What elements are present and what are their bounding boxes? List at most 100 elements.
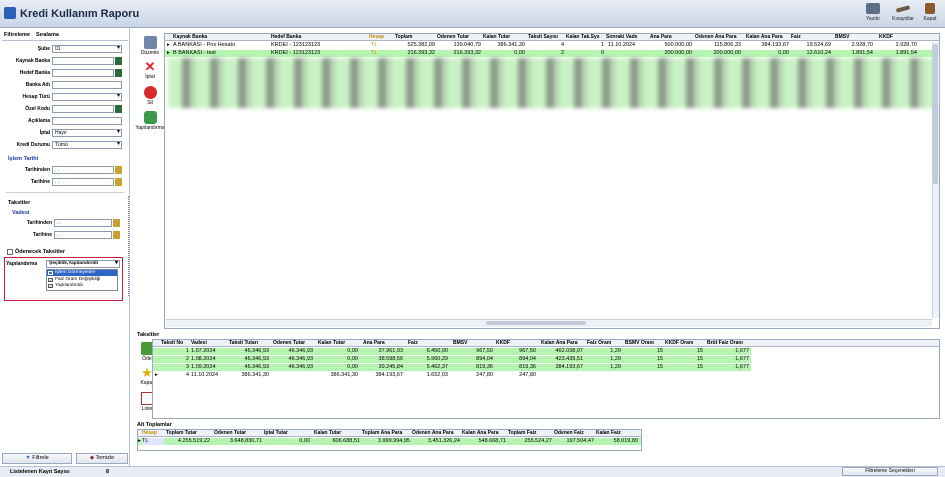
cell: 38.598,56 <box>378 356 403 362</box>
col-taksit-tutari[interactable]: Taksit Tutarı <box>229 340 271 347</box>
col-bmsv[interactable]: BMSV <box>453 340 495 347</box>
tab-siralama[interactable]: Sıralama <box>36 32 59 40</box>
delete-button[interactable]: Sil <box>137 86 163 106</box>
close-button[interactable]: Kapat <box>915 3 945 27</box>
col-hesap[interactable]: Hesap <box>369 34 393 41</box>
col-kkdf-orani[interactable]: KKDF Oranı <box>665 340 705 347</box>
tab-filtreleme[interactable]: Filtreleme <box>4 32 30 40</box>
check-icon: ✓ <box>48 271 53 276</box>
hedef-banka-input[interactable] <box>52 69 114 77</box>
calendar-icon[interactable] <box>113 219 120 227</box>
shortcuts-button[interactable]: Kısayollar <box>888 3 918 27</box>
vade-tarihine-input[interactable]: . . <box>54 231 112 239</box>
calendar-icon[interactable] <box>115 178 122 186</box>
iptal-select[interactable]: Hayır <box>52 129 122 137</box>
tarihine-input[interactable]: . . <box>52 178 114 186</box>
kaynak-banka-input[interactable] <box>52 57 114 65</box>
option-islem-gormeyenler[interactable]: İşlem Görmeyenler <box>47 270 117 276</box>
col-ana-para[interactable]: Ana Para <box>650 34 694 41</box>
col-ana-para[interactable]: Ana Para <box>363 340 405 347</box>
col-bsmv-orani[interactable]: BSMV Oranı <box>625 340 665 347</box>
table-row[interactable]: ▸ A BANKASI - Pos Hesabı KRDEİ - 1231231… <box>165 42 939 49</box>
col-sonraki-vade[interactable]: Sonraki Vade <box>606 34 648 41</box>
col-toplam-tutar[interactable]: Toplam Tutar <box>166 430 210 437</box>
option-yapilandirildi[interactable]: Yapılandırıldı <box>47 283 117 289</box>
col-odenen-ana-para[interactable]: Ödenen Ana Para <box>412 430 462 437</box>
cell: 384.193,67 <box>555 364 583 370</box>
tarihinden-input[interactable]: . . <box>52 166 114 174</box>
col-odenen-tutar[interactable]: Ödenen Tutar <box>273 340 315 347</box>
table-row[interactable]: 1 1.07.2024 46.346,93 46.346,93 0,00 37.961,9… <box>153 348 751 355</box>
col-kalan-ana-para[interactable]: Kalan Ana Para <box>746 34 792 41</box>
col-kalan-faiz[interactable]: Kalan Faiz <box>596 430 638 437</box>
splitter[interactable] <box>128 196 130 296</box>
filter-options-button[interactable]: Filtreleme Seçenekleri <box>842 467 938 476</box>
ozel-kodu-input[interactable] <box>52 105 114 113</box>
col-faiz[interactable]: Faiz <box>791 34 831 41</box>
hesap-turu-select[interactable] <box>52 93 122 101</box>
lookup-icon[interactable] <box>115 69 122 77</box>
col-odenen-faiz[interactable]: Ödenen Faiz <box>554 430 596 437</box>
col-hesap[interactable]: Hesap <box>142 430 164 437</box>
restructure-button[interactable]: Yapılandırma <box>135 111 165 131</box>
col-kalan-tak[interactable]: Kalan Tak.Sys <box>566 34 606 41</box>
col-faiz-orani[interactable]: Faiz Oranı <box>587 340 623 347</box>
cell: 894,04 <box>519 356 536 362</box>
sube-select[interactable]: 01 <box>52 45 122 53</box>
scrollbar-thumb[interactable] <box>486 321 586 325</box>
cell: 0 <box>600 50 604 56</box>
lookup-icon[interactable] <box>115 105 122 113</box>
kredi-durumu-select[interactable]: Tümü <box>52 141 122 149</box>
cell: 46.346,93 <box>244 356 269 362</box>
col-iptal-tutar[interactable]: İptal Tutar <box>264 430 310 437</box>
col-toplam-ana-para[interactable]: Toplam Ana Para <box>362 430 412 437</box>
col-kalan-tutar[interactable]: Kalan Tutar <box>483 34 525 41</box>
col-kalan-ana-para[interactable]: Kalan Ana Para <box>462 430 508 437</box>
cell: 384.193,67 <box>761 42 789 48</box>
col-kalan-tutar[interactable]: Kalan Tutar <box>318 340 360 347</box>
col-odenen-ana-para[interactable]: Ödenen Ana Para <box>695 34 743 41</box>
aciklama-input[interactable] <box>52 117 122 125</box>
clear-button[interactable]: ◆ Temizle <box>76 453 128 464</box>
banka-adi-input[interactable] <box>52 81 122 89</box>
totals-row[interactable]: ▸ TL 4.255.519,22 3.648.830,71 0,00 606.… <box>138 438 641 445</box>
col-kaynak-banka[interactable]: Kaynak Banka <box>173 34 267 41</box>
calendar-icon[interactable] <box>113 231 120 239</box>
col-taksit-sayisi[interactable]: Taksit Sayısı <box>528 34 564 41</box>
col-faiz[interactable]: Faiz <box>408 340 450 347</box>
col-kkdf[interactable]: KKDF <box>496 340 538 347</box>
cell: 1,29 <box>610 356 621 362</box>
col-odenen-tutar[interactable]: Ödenen Tutar <box>437 34 481 41</box>
col-brut-faiz-orani[interactable]: Brüt Faiz Oranı <box>707 340 751 347</box>
table-row[interactable]: 3 1.09.2024 46.346,93 46.346,93 0,00 39.245,8… <box>153 364 751 371</box>
cancel-button[interactable]: ✕ İptal <box>137 60 163 80</box>
col-kkdf[interactable]: KKDF <box>879 34 919 41</box>
filter-button[interactable]: ▼ Filtrele <box>2 453 72 464</box>
yapilandirma-select[interactable]: Şeçiklik,Yapılandırıldı <box>46 260 120 268</box>
col-taksit-no[interactable]: Taksit No <box>161 340 191 347</box>
print-button[interactable]: Yazdır <box>858 3 888 27</box>
col-toplam[interactable]: Toplam <box>395 34 435 41</box>
divider <box>6 192 124 193</box>
cell: 4.255.519,22 <box>177 438 210 444</box>
cell: 462.038,07 <box>555 348 583 354</box>
col-bmsv[interactable]: BMSV <box>835 34 875 41</box>
col-hedef-banka[interactable]: Hedef Banka <box>271 34 367 41</box>
col-toplam-faiz[interactable]: Toplam Faiz <box>508 430 554 437</box>
scrollbar-thumb[interactable] <box>933 44 938 184</box>
table-row[interactable]: ▸ B BANKASI - test KRDEİ - 123123123 TL … <box>165 50 939 57</box>
table-row[interactable]: 2 1.08.2024 46.346,93 46.346,93 0,00 38.598,5… <box>153 356 751 363</box>
col-odenen-tutar[interactable]: Ödenen Tutar <box>214 430 262 437</box>
lookup-icon[interactable] <box>115 57 122 65</box>
cell: 39.245,84 <box>378 364 403 370</box>
cell: 216.393,32 <box>453 50 481 56</box>
odenecek-checkbox[interactable] <box>7 249 13 255</box>
vade-tarihinden-input[interactable]: . . <box>54 219 112 227</box>
col-vadesi[interactable]: Vadesi <box>191 340 227 347</box>
col-kalan-ana-para[interactable]: Kalan Ana Para <box>541 340 585 347</box>
edit-button[interactable]: Düzenle <box>137 36 163 56</box>
calendar-icon[interactable] <box>115 166 122 174</box>
col-kalan-tutar[interactable]: Kalan Tutar <box>314 430 360 437</box>
cell: 5.462,37 <box>426 364 448 370</box>
table-row[interactable]: ▸ 4 11.10.2024 386.341,30 386.341,30 384.193,… <box>153 372 751 379</box>
